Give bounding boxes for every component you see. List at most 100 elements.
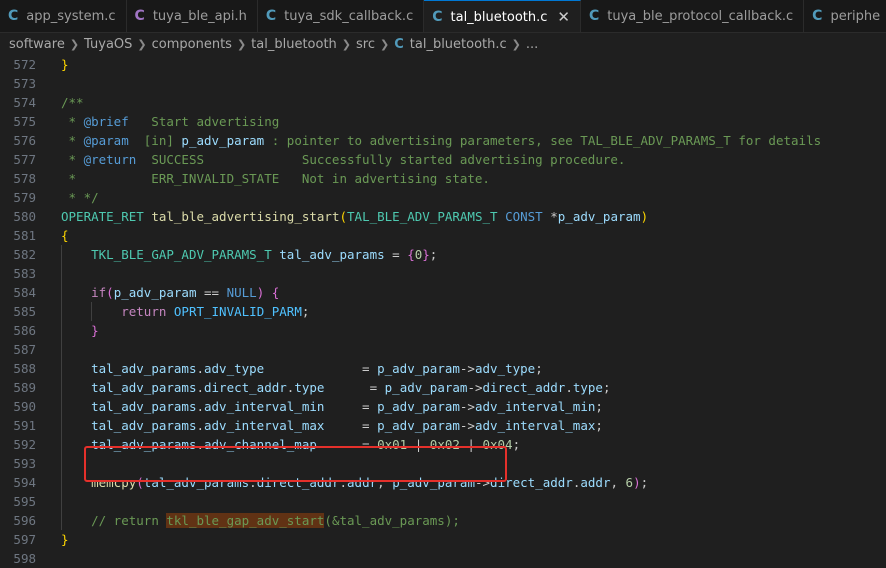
code-line[interactable]: 574 /** — [0, 93, 886, 112]
breadcrumb-item[interactable]: software — [9, 37, 65, 52]
editor-tab-5[interactable]: Cperiphe — [804, 0, 886, 32]
code-line[interactable]: 583 — [0, 264, 886, 283]
indent-guide — [61, 454, 62, 473]
code-line[interactable]: 591 tal_adv_params.adv_interval_max = p_… — [0, 416, 886, 435]
code-token: OPRT_INVALID_PARM — [173, 304, 302, 319]
code-editor[interactable]: 572} 573 574 /** 575 * @brief Start advertis… — [0, 55, 886, 566]
code-token: ) — [640, 209, 649, 224]
code-token: p_adv_param — [377, 418, 460, 433]
breadcrumb-item[interactable]: src — [356, 37, 375, 52]
line-number: 588 — [13, 361, 36, 376]
code-line[interactable]: 586 } — [0, 321, 886, 340]
editor-tab-0[interactable]: Capp_system.c — [0, 0, 127, 32]
code-line[interactable]: 581 { — [0, 226, 886, 245]
code-token: = — [324, 418, 378, 433]
code-token: { — [271, 285, 280, 300]
code-line[interactable]: 598 — [0, 549, 886, 568]
editor-tab-2[interactable]: Ctuya_sdk_callback.c — [257, 0, 425, 32]
code-token: p_adv_param — [181, 133, 265, 148]
code-token: adv_interval_max — [204, 418, 325, 433]
editor-tab-4[interactable]: Ctuya_ble_protocol_callback.c — [580, 0, 805, 32]
code-text: } — [61, 530, 69, 549]
code-token: tal_adv_params — [91, 361, 197, 376]
code-token: . — [196, 418, 204, 433]
code-line[interactable]: 589 tal_adv_params.direct_addr.type = p_… — [0, 378, 886, 397]
tab-label: tal_bluetooth.c — [450, 9, 548, 25]
code-token: ; — [535, 361, 543, 376]
code-token: adv_type — [204, 361, 265, 376]
code-token: direct_addr — [204, 380, 287, 395]
code-text: // return tkl_ble_gap_adv_start(&tal_adv… — [61, 511, 460, 530]
code-token: tkl_ble_gap_adv_start — [166, 513, 325, 528]
chevron-right-icon: ❯ — [511, 37, 521, 51]
c-file-icon: C — [812, 8, 823, 24]
code-line[interactable]: 572} — [0, 55, 886, 74]
code-line[interactable]: 582 TKL_BLE_GAP_ADV_PARAMS_T tal_adv_par… — [0, 245, 886, 264]
code-token: addr — [580, 475, 611, 490]
code-token: p_adv_param — [377, 399, 460, 414]
code-token: ; — [301, 304, 310, 319]
code-token: type — [294, 380, 325, 395]
code-token: } — [422, 247, 430, 262]
code-line[interactable]: 587 — [0, 340, 886, 359]
code-token: /** — [61, 95, 84, 110]
code-token: -> — [467, 380, 483, 395]
line-number: 583 — [13, 266, 36, 281]
c-file-icon: C — [8, 8, 19, 24]
code-text: } — [61, 321, 99, 340]
code-line[interactable]: 595 — [0, 492, 886, 511]
chevron-right-icon: ❯ — [69, 37, 80, 51]
editor-tab-1[interactable]: Ctuya_ble_api.h — [126, 0, 258, 32]
code-token: SUCCESS Successfully started advertising… — [136, 152, 626, 167]
code-token: ; — [429, 247, 438, 262]
breadcrumb-item[interactable]: TuyaOS — [84, 37, 132, 52]
code-line[interactable]: 573 — [0, 74, 886, 93]
c-file-icon: C — [394, 36, 404, 52]
line-number: 572 — [13, 57, 36, 72]
breadcrumb: software ❯ TuyaOS ❯ components ❯ tal_bluetooth… — [0, 33, 886, 55]
close-icon[interactable]: ✕ — [557, 8, 570, 26]
line-number: 581 — [13, 228, 36, 243]
code-line[interactable]: 576 * @param [in] p_adv_param : pointer … — [0, 131, 886, 150]
code-token: ; — [512, 437, 521, 452]
code-line[interactable]: 588 tal_adv_params.adv_type = p_adv_para… — [0, 359, 886, 378]
code-text: /** — [61, 93, 84, 112]
code-text: * @brief Start advertising — [61, 112, 280, 131]
code-line[interactable]: 584 if(p_adv_param == NULL) { — [0, 283, 886, 302]
code-text: * @param [in] p_adv_param : pointer to a… — [61, 131, 822, 150]
breadcrumb-item-file[interactable]: tal_bluetooth.c — [410, 37, 507, 52]
tab-label: tuya_sdk_callback.c — [284, 8, 414, 24]
breadcrumb-item[interactable]: components — [152, 37, 232, 52]
code-line[interactable]: 585 return OPRT_INVALID_PARM; — [0, 302, 886, 321]
tab-label: tuya_ble_protocol_callback.c — [607, 8, 794, 24]
code-line[interactable]: 590 tal_adv_params.adv_interval_min = p_… — [0, 397, 886, 416]
code-line[interactable]: 577 * @return SUCCESS Successfully start… — [0, 150, 886, 169]
code-line[interactable]: 579 * */ — [0, 188, 886, 207]
code-token: * */ — [61, 190, 99, 205]
indent-guide — [61, 340, 62, 359]
code-line[interactable]: 580 OPERATE_RET tal_ble_advertising_start… — [0, 207, 886, 226]
code-line[interactable]: 578 * ERR_INVALID_STATE Not in advertisi… — [0, 169, 886, 188]
breadcrumb-symbols[interactable]: ... — [526, 37, 538, 52]
code-token: type — [572, 380, 603, 395]
code-token: ; — [595, 399, 603, 414]
code-token: adv_interval_max — [474, 418, 596, 433]
chevron-right-icon: ❯ — [341, 37, 352, 51]
code-token: * — [61, 133, 84, 148]
code-token: -> — [459, 361, 475, 376]
code-line[interactable]: 597} — [0, 530, 886, 549]
code-token: . — [196, 380, 204, 395]
code-token: @return — [83, 152, 137, 167]
line-number: 574 — [13, 95, 36, 110]
line-number: 576 — [13, 133, 36, 148]
code-token: if — [91, 285, 107, 300]
breadcrumb-item[interactable]: tal_bluetooth — [251, 37, 337, 52]
editor-tab-3[interactable]: Ctal_bluetooth.c ✕ — [424, 0, 581, 32]
code-line[interactable]: 596 // return tkl_ble_gap_adv_start(&tal… — [0, 511, 886, 530]
code-line[interactable]: 575 * @brief Start advertising — [0, 112, 886, 131]
line-number: 573 — [13, 76, 36, 91]
indent-guide — [61, 264, 62, 283]
line-number: 592 — [13, 437, 36, 452]
